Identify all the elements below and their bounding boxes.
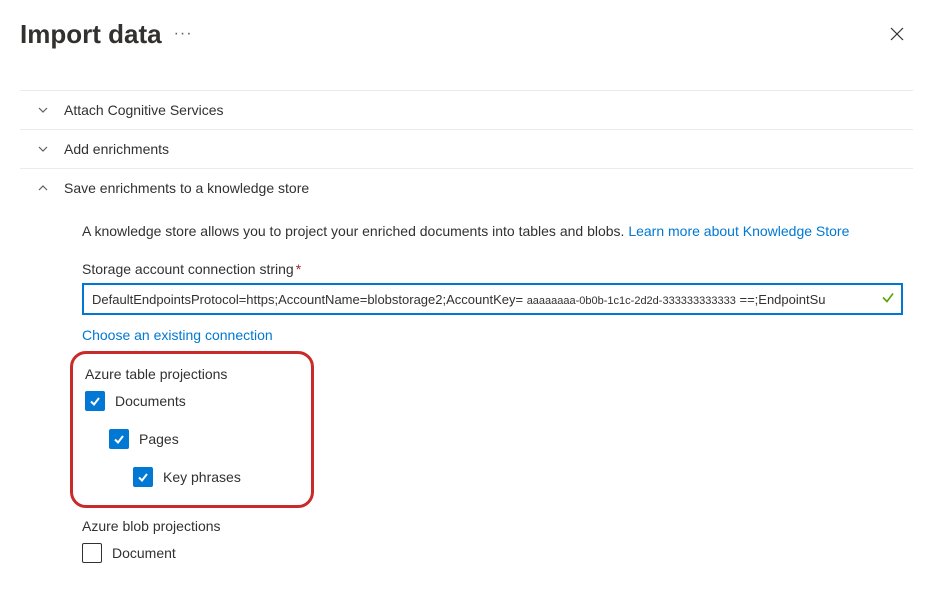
checkmark-icon	[112, 432, 126, 446]
checkbox-label: Pages	[139, 431, 179, 447]
blob-projections-title: Azure blob projections	[82, 518, 903, 534]
section-label: Add enrichments	[64, 141, 169, 157]
checkbox-keyphrases[interactable]	[133, 467, 153, 487]
table-projections-title: Azure table projections	[85, 366, 295, 382]
connection-string-label: Storage account connection string*	[82, 261, 903, 277]
validation-check-icon	[881, 291, 895, 308]
choose-existing-connection-link[interactable]: Choose an existing connection	[82, 327, 903, 343]
checkbox-documents[interactable]	[85, 391, 105, 411]
learn-more-link[interactable]: Learn more about Knowledge Store	[628, 223, 849, 239]
section-body-save: A knowledge store allows you to project …	[20, 207, 913, 587]
close-icon	[889, 26, 905, 42]
connection-string-value: DefaultEndpointsProtocol=https;AccountNa…	[92, 292, 873, 307]
checkbox-row-blob-document: Document	[82, 543, 903, 563]
section-save-enrichments: Save enrichments to a knowledge store A …	[20, 169, 913, 587]
section-attach-cognitive: Attach Cognitive Services	[20, 91, 913, 130]
chevron-up-icon	[36, 181, 50, 195]
checkbox-label: Document	[112, 545, 176, 561]
checkbox-row-keyphrases: Key phrases	[85, 467, 295, 487]
section-label: Attach Cognitive Services	[64, 102, 224, 118]
connection-string-input[interactable]: DefaultEndpointsProtocol=https;AccountNa…	[82, 283, 903, 315]
section-header-enrich[interactable]: Add enrichments	[20, 130, 913, 168]
checkbox-row-pages: Pages	[85, 429, 295, 449]
description-text: A knowledge store allows you to project …	[82, 223, 628, 239]
checkbox-label: Key phrases	[163, 469, 241, 485]
table-projections-highlight: Azure table projections Documents Pages	[70, 351, 314, 508]
section-label: Save enrichments to a knowledge store	[64, 180, 309, 196]
close-button[interactable]	[881, 18, 913, 50]
checkmark-icon	[88, 394, 102, 408]
more-icon[interactable]: ···	[174, 25, 193, 43]
checkmark-icon	[136, 470, 150, 484]
section-header-save[interactable]: Save enrichments to a knowledge store	[20, 169, 913, 207]
section-add-enrichments: Add enrichments	[20, 130, 913, 169]
checkbox-blob-document[interactable]	[82, 543, 102, 563]
checkbox-pages[interactable]	[109, 429, 129, 449]
page-title: Import data	[20, 19, 162, 50]
panel-header: Import data ···	[20, 18, 913, 50]
required-indicator: *	[296, 261, 301, 277]
chevron-down-icon	[36, 142, 50, 156]
title-row: Import data ···	[20, 19, 193, 50]
checkbox-label: Documents	[115, 393, 186, 409]
accordion: Attach Cognitive Services Add enrichment…	[20, 90, 913, 587]
checkbox-row-documents: Documents	[85, 391, 295, 411]
import-data-panel: Import data ··· Attach Cognitive Service…	[0, 0, 933, 610]
section-header-attach[interactable]: Attach Cognitive Services	[20, 91, 913, 129]
knowledge-store-description: A knowledge store allows you to project …	[82, 223, 903, 239]
chevron-down-icon	[36, 103, 50, 117]
